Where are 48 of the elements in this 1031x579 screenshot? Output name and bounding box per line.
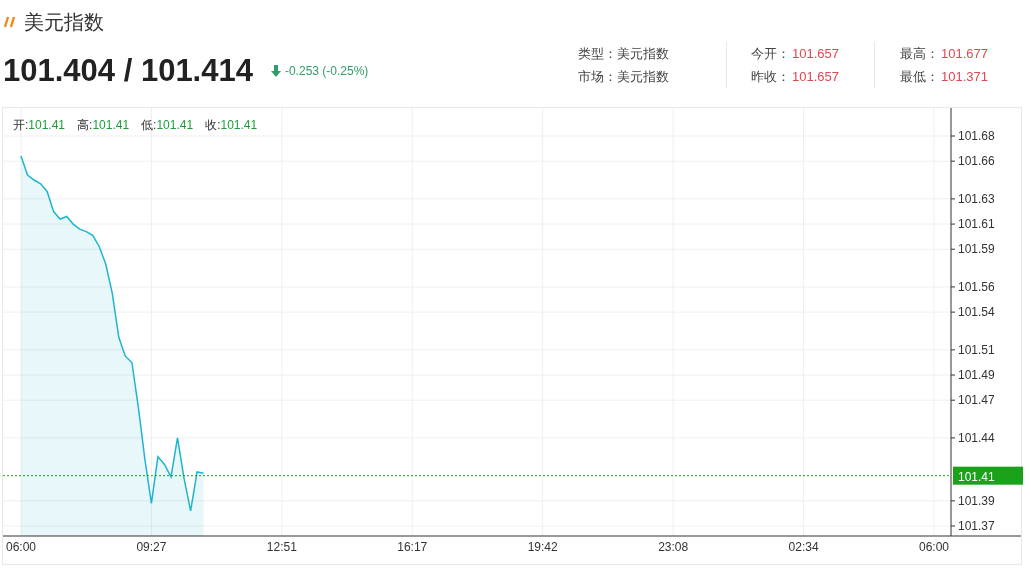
info-value: 101.657 [792,45,839,63]
y-tick-label: 101.54 [958,305,995,320]
ref-line-label: 101.41 [958,469,996,484]
ohlc-value: 101.41 [220,117,258,134]
price-change: -0.253 (-0.25%) [284,63,369,81]
info-value: 101.371 [941,68,988,86]
y-tick-label: 101.61 [958,217,995,232]
ohlc-label: 收: [205,117,221,134]
y-tick-label: 101.49 [958,368,995,383]
x-tick-label: 23:08 [658,540,689,554]
x-tick-label: 09:27 [136,540,167,554]
info-value: 101.657 [792,68,839,86]
y-tick-label: 101.37 [958,519,995,533]
x-tick-label: 12:51 [266,540,297,554]
info-label: 昨收： [751,68,790,86]
x-tick-label: 06:00 [6,540,36,554]
price-tag: 101.41 [953,466,1023,485]
info-label: 市场： [578,68,617,86]
info-label: 类型： [578,45,617,63]
price-quote: 101.404 / 101.414 [3,52,253,90]
y-tick-label: 101.39 [958,493,995,508]
x-tick-label: 06:00 [919,540,949,554]
y-tick-label: 101.51 [958,342,995,357]
x-tick-label: 19:42 [527,540,558,554]
ohlc-label: 低: [141,117,157,134]
y-tick-label: 101.59 [958,242,995,257]
info-value: 101.677 [941,45,988,63]
info-label: 最低： [900,68,939,86]
ohlc-label: 开: [13,117,29,134]
info-value: 美元指数 [617,45,669,63]
info-label: 最高： [900,45,939,63]
page-title: 美元指数 [24,10,104,35]
y-tick-label: 101.68 [958,129,995,143]
y-tick-label: 101.63 [958,191,995,206]
slash-icon [4,16,16,28]
x-tick-label: 02:34 [788,540,819,554]
y-tick-label: 101.44 [958,430,995,445]
ohlc-label: 高: [77,117,93,134]
arrow-icon [270,65,281,78]
y-tick-label: 101.56 [958,279,995,294]
y-tick-label: 101.47 [958,393,995,408]
x-tick-label: 16:17 [397,540,428,554]
y-tick-label: 101.66 [958,154,995,169]
ohlc-value: 101.41 [156,117,194,134]
ohlc-value: 101.41 [28,117,66,134]
info-value: 美元指数 [617,68,669,86]
ohlc-value: 101.41 [92,117,130,134]
info-label: 今开： [751,45,790,63]
